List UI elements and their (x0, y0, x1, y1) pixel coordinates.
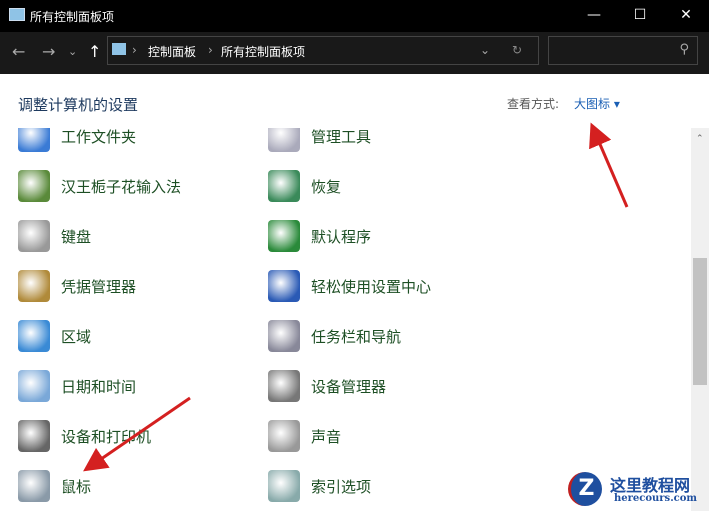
arrow-to-view-dropdown (589, 122, 629, 208)
annotation-arrows (83, 122, 629, 472)
watermark-url: herecours.com (614, 493, 698, 504)
arrow-to-mouse-item (83, 396, 191, 472)
watermark-logo: Z 这里教程网 herecours.com (560, 468, 709, 511)
